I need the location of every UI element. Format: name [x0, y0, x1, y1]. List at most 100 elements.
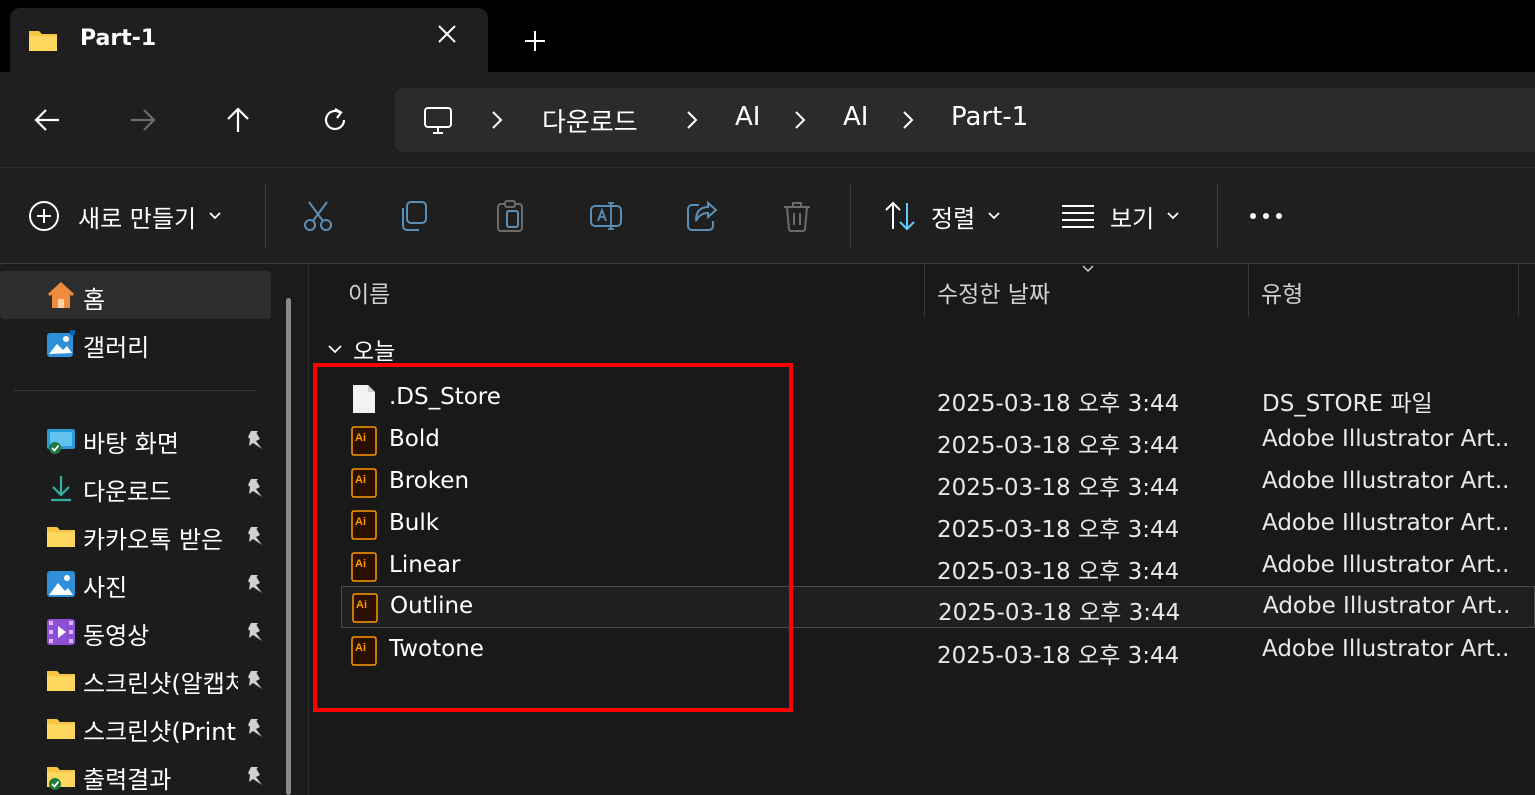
- file-name: Bold: [389, 426, 440, 452]
- sidebar-item-label: 스크린샷(Print: [83, 718, 236, 746]
- share-button[interactable]: [685, 196, 719, 236]
- pin-icon[interactable]: [244, 429, 264, 451]
- file-row[interactable]: Ai Bold 2025-03-18 오후 3:44 Adobe Illustr…: [341, 420, 1535, 462]
- breadcrumb-part-1[interactable]: Part-1: [951, 102, 1028, 132]
- svg-text:Ai: Ai: [355, 432, 366, 444]
- navigation-pane: 홈 갤러리 바탕 화면 다운로드 카카오톡 받은 사진 동영상 스크린샷(알캡처…: [0, 264, 300, 795]
- sidebar-item-label: 홈: [83, 286, 106, 314]
- file-name: Broken: [389, 468, 470, 494]
- pictures-icon: [47, 571, 75, 597]
- sidebar-item-output[interactable]: 출력결과: [0, 751, 271, 795]
- file-date: 2025-03-18 오후 3:44: [937, 433, 1180, 459]
- column-header-type[interactable]: 유형: [1249, 264, 1517, 316]
- file-list: 이름 수정한 날짜 유형 오늘 .DS_Store 2025-03-18 오후 …: [309, 264, 1535, 795]
- sidebar-item-kakaotalk[interactable]: 카카오톡 받은: [0, 511, 271, 559]
- copy-button[interactable]: [397, 196, 431, 236]
- sidebar-item-label: 바탕 화면: [83, 430, 179, 458]
- tab-title: Part-1: [80, 26, 157, 51]
- chevron-down-icon: [1167, 212, 1179, 220]
- chevron-right-icon[interactable]: [685, 110, 699, 130]
- new-tab-icon[interactable]: [520, 26, 550, 56]
- svg-text:Ai: Ai: [355, 516, 366, 528]
- file-name: Bulk: [389, 510, 440, 536]
- column-header-name[interactable]: 이름: [336, 264, 923, 316]
- tab-part-1[interactable]: Part-1: [10, 8, 488, 72]
- sort-descending-icon: [1082, 265, 1094, 273]
- sidebar-scrollbar[interactable]: [286, 298, 291, 795]
- sort-button[interactable]: 정렬: [883, 196, 1001, 236]
- pin-icon[interactable]: [244, 717, 264, 739]
- breadcrumb-downloads[interactable]: 다운로드: [542, 102, 638, 139]
- sidebar-item-home[interactable]: 홈: [0, 271, 271, 319]
- separator: [1217, 184, 1218, 248]
- file-row[interactable]: Ai Outline 2025-03-18 오후 3:44 Adobe Illu…: [341, 586, 1535, 628]
- chevron-right-icon[interactable]: [793, 110, 807, 130]
- file-row[interactable]: Ai Twotone 2025-03-18 오후 3:44 Adobe Illu…: [341, 630, 1535, 672]
- list-view-icon: [1062, 205, 1094, 228]
- breadcrumb-ai[interactable]: AI: [735, 102, 760, 132]
- folder-icon: [47, 719, 75, 739]
- sidebar-item-label: 출력결과: [83, 766, 172, 794]
- address-bar[interactable]: 다운로드 AI AI Part-1: [395, 88, 1535, 152]
- this-pc-icon[interactable]: [423, 106, 453, 136]
- arrow-up-icon: [227, 107, 249, 132]
- group-header-today[interactable]: 오늘: [327, 334, 395, 365]
- sidebar-item-screenshots-print[interactable]: 스크린샷(Print: [0, 703, 271, 751]
- illustrator-file-icon: Ai: [351, 636, 377, 666]
- sidebar-item-label: 동영상: [83, 622, 150, 650]
- pin-icon[interactable]: [244, 573, 264, 595]
- rename-icon: [590, 202, 622, 230]
- rename-button[interactable]: [589, 196, 623, 236]
- sidebar-item-pictures[interactable]: 사진: [0, 559, 271, 607]
- sidebar-item-downloads[interactable]: 다운로드: [0, 463, 271, 511]
- file-row[interactable]: Ai Bulk 2025-03-18 오후 3:44 Adobe Illustr…: [341, 504, 1535, 546]
- chevron-right-icon[interactable]: [901, 110, 915, 130]
- pin-icon[interactable]: [244, 621, 264, 643]
- arrow-left-icon: [34, 109, 59, 131]
- file-type: Adobe Illustrator Art...: [1262, 426, 1512, 452]
- column-header-label: 유형: [1261, 282, 1304, 308]
- refresh-button[interactable]: [315, 100, 355, 140]
- separator: [265, 184, 266, 248]
- file-name: Twotone: [389, 636, 484, 662]
- file-type: Adobe Illustrator Art...: [1263, 593, 1513, 619]
- file-row[interactable]: .DS_Store 2025-03-18 오후 3:44 DS_STORE 파일: [341, 378, 1535, 420]
- column-separator[interactable]: [1518, 264, 1519, 316]
- file-name: .DS_Store: [389, 384, 501, 410]
- file-date: 2025-03-18 오후 3:44: [937, 391, 1180, 417]
- command-bar: 새로 만들기 정렬 보기: [0, 168, 1535, 264]
- sidebar-item-desktop[interactable]: 바탕 화면: [0, 415, 271, 463]
- sidebar-item-label: 카카오톡 받은: [83, 526, 224, 554]
- paste-button[interactable]: [493, 196, 527, 236]
- new-button[interactable]: 새로 만들기: [28, 196, 222, 236]
- videos-icon: [47, 619, 75, 645]
- sidebar-item-videos[interactable]: 동영상: [0, 607, 271, 655]
- svg-text:Ai: Ai: [355, 558, 366, 570]
- more-options-button[interactable]: [1248, 196, 1284, 236]
- title-bar: Part-1: [0, 0, 1535, 72]
- file-row[interactable]: Ai Broken 2025-03-18 오후 3:44 Adobe Illus…: [341, 462, 1535, 504]
- sidebar-item-gallery[interactable]: 갤러리: [0, 319, 271, 367]
- pin-icon[interactable]: [244, 525, 264, 547]
- chevron-right-icon[interactable]: [490, 110, 504, 130]
- pin-icon[interactable]: [244, 765, 264, 787]
- up-button[interactable]: [218, 100, 258, 140]
- forward-button[interactable]: [123, 100, 163, 140]
- column-header-date[interactable]: 수정한 날짜: [925, 264, 1247, 316]
- illustrator-file-icon: Ai: [352, 593, 378, 623]
- breadcrumb-ai-sub[interactable]: AI: [843, 102, 868, 132]
- pin-icon[interactable]: [244, 477, 264, 499]
- file-date: 2025-03-18 오후 3:44: [938, 600, 1181, 626]
- sidebar-item-label: 사진: [83, 574, 128, 602]
- pin-icon[interactable]: [244, 669, 264, 691]
- sidebar-item-screenshots-alcapture[interactable]: 스크린샷(알캡처: [0, 655, 271, 703]
- file-row[interactable]: Ai Linear 2025-03-18 오후 3:44 Adobe Illus…: [341, 546, 1535, 588]
- delete-button[interactable]: [780, 196, 814, 236]
- svg-text:Ai: Ai: [355, 642, 366, 654]
- cut-button[interactable]: [301, 196, 335, 236]
- folder-icon: [47, 527, 75, 547]
- view-button[interactable]: 보기: [1060, 196, 1180, 236]
- back-button[interactable]: [27, 100, 67, 140]
- close-icon[interactable]: [435, 22, 459, 46]
- arrow-right-icon: [131, 109, 156, 131]
